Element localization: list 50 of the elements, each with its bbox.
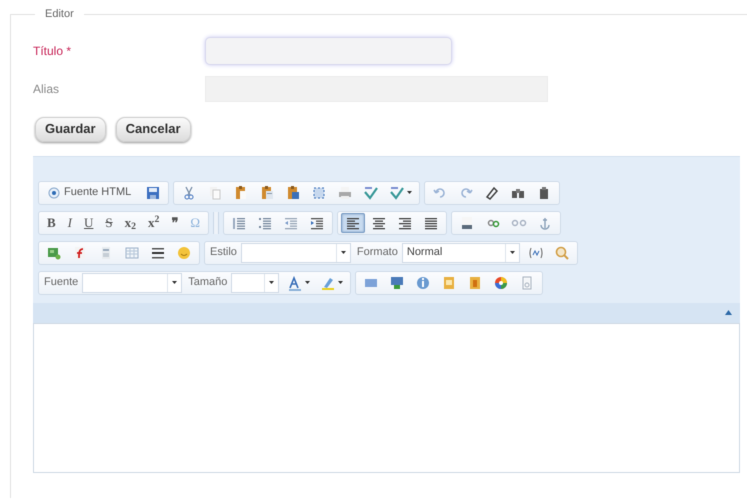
dropdown-arrow-icon bbox=[269, 281, 274, 284]
field-label: Alias bbox=[33, 80, 60, 98]
dropdown-field[interactable] bbox=[82, 272, 182, 292]
form-button[interactable]: Guardar bbox=[35, 116, 106, 142]
caret-icon bbox=[305, 281, 310, 284]
combo-label: Formato bbox=[356, 245, 398, 260]
format-button[interactable]: U bbox=[79, 212, 98, 232]
magnifier-icon bbox=[554, 244, 570, 260]
eraser-icon bbox=[484, 184, 500, 200]
format-button[interactable]: S bbox=[100, 212, 118, 232]
dropdown-arrow-icon bbox=[172, 281, 178, 284]
printer-icon bbox=[337, 184, 354, 200]
collapse-triangle-icon[interactable] bbox=[725, 310, 732, 315]
caret-icon bbox=[338, 281, 344, 284]
screen-icon bbox=[389, 274, 406, 290]
smiley-icon bbox=[176, 244, 192, 260]
text-input-field[interactable] bbox=[205, 36, 452, 64]
text-color-icon bbox=[287, 274, 304, 290]
dropdown-arrow-icon bbox=[510, 251, 515, 254]
color-wheel-icon bbox=[493, 274, 510, 290]
toolbar-separator bbox=[213, 212, 220, 234]
clipboard-icon bbox=[285, 184, 302, 200]
spellcheck-icon bbox=[363, 184, 380, 200]
field-label: Título * bbox=[33, 42, 72, 60]
dropdown-field[interactable] bbox=[231, 272, 280, 292]
format-button[interactable]: x$_{2}$ bbox=[120, 212, 142, 232]
combo-label: Fuente bbox=[44, 275, 78, 290]
format-button[interactable]: I bbox=[62, 212, 78, 232]
source-icon bbox=[46, 184, 62, 200]
info-icon bbox=[415, 274, 432, 290]
toolbar-button[interactable] bbox=[341, 212, 366, 232]
form-button[interactable]: Cancelar bbox=[116, 116, 190, 142]
caret-icon bbox=[407, 191, 412, 194]
table-icon bbox=[124, 244, 140, 260]
spellcheck-icon bbox=[389, 184, 406, 200]
combo-label: Tamaño bbox=[188, 275, 228, 290]
dropdown-arrow-icon bbox=[340, 251, 346, 254]
fieldset-legend: Editor bbox=[35, 7, 84, 22]
combo-label: Estilo bbox=[210, 245, 237, 260]
format-button[interactable]: ❞ bbox=[166, 212, 184, 232]
save-icon bbox=[145, 184, 162, 200]
dropdown-field[interactable] bbox=[240, 242, 351, 262]
copy-icon bbox=[207, 184, 224, 200]
clipboard-icon bbox=[259, 184, 276, 200]
source-button[interactable]: Fuente HTML bbox=[42, 182, 140, 202]
format-button[interactable]: x$^{2}$ bbox=[143, 212, 164, 232]
format-button[interactable]: B bbox=[42, 212, 61, 232]
flash-icon bbox=[72, 244, 88, 260]
dropdown-field[interactable]: Normal bbox=[402, 242, 520, 262]
select-all-icon bbox=[311, 184, 328, 200]
